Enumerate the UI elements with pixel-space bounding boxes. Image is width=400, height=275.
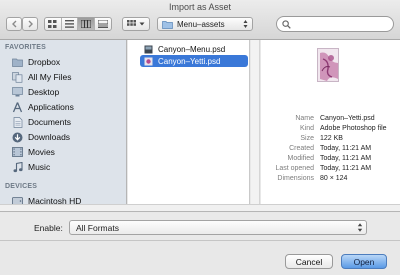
path-popup[interactable]: Menu–assets	[157, 17, 253, 31]
sidebar-item-dropbox[interactable]: Dropbox	[0, 55, 126, 69]
column-view-icon	[80, 20, 91, 28]
sidebar-item-desktop[interactable]: Desktop	[0, 85, 126, 99]
arrange-button[interactable]	[122, 17, 150, 31]
documents-icon	[12, 116, 23, 128]
list-view-icon	[64, 20, 74, 28]
meta-value: Today, 11:21 AM	[320, 155, 372, 162]
cancel-button[interactable]: Cancel	[285, 254, 333, 269]
meta-value: Today, 11:21 AM	[320, 145, 372, 152]
sidebar-item-label: Music	[28, 162, 51, 172]
psd-file-icon	[144, 56, 153, 66]
devices-header: DEVICES	[5, 183, 38, 190]
file-item-canyon-menu[interactable]: Canyon–Menu.psd	[140, 43, 248, 55]
import-dialog: Import as Asset Menu–assets FAVORITES Dr…	[0, 0, 400, 275]
search-input[interactable]	[294, 19, 390, 29]
meta-row-dimensions: Dimensions 80 × 124	[262, 175, 347, 182]
meta-value: Adobe Photoshop file	[320, 125, 387, 132]
downloads-icon	[12, 132, 23, 143]
view-mode-selector	[44, 17, 112, 31]
sidebar-item-label: All My Files	[28, 72, 72, 82]
sidebar: FAVORITES Dropbox All My Files Desktop A…	[0, 40, 127, 204]
format-select[interactable]: All Formats	[69, 220, 367, 235]
meta-row-kind: Kind Adobe Photoshop file	[262, 125, 387, 132]
meta-value: Canyon–Yetti.psd	[320, 115, 375, 122]
sidebar-item-macintosh-hd[interactable]: Macintosh HD	[0, 194, 126, 204]
up-down-arrows-icon	[243, 20, 248, 28]
up-down-arrows-icon	[357, 223, 363, 232]
chevron-right-icon	[28, 20, 33, 28]
meta-row-modified: Modified Today, 11:21 AM	[262, 155, 372, 162]
sidebar-item-applications[interactable]: Applications	[0, 100, 126, 114]
column-divider[interactable]	[251, 40, 260, 204]
folder-icon	[162, 20, 173, 29]
file-item-canyon-yetti[interactable]: Canyon–Yetti.psd	[140, 55, 248, 67]
meta-value: 122 KB	[320, 135, 343, 142]
meta-key: Size	[300, 135, 314, 142]
window-title: Import as Asset	[168, 2, 232, 12]
column-view-button[interactable]	[78, 18, 95, 30]
sidebar-item-movies[interactable]: Movies	[0, 145, 126, 159]
meta-row-size: Size 122 KB	[262, 135, 343, 142]
title-bar: Import as Asset Menu–assets	[0, 0, 400, 40]
chevron-down-icon	[139, 22, 145, 26]
sidebar-item-label: Movies	[28, 147, 55, 157]
sidebar-item-label: Dropbox	[28, 57, 61, 67]
meta-value: Today, 11:21 AM	[320, 165, 372, 172]
sidebar-item-label: Desktop	[28, 87, 60, 97]
meta-key: Modified	[287, 155, 314, 162]
meta-key: Kind	[299, 125, 314, 132]
meta-value: 80 × 124	[320, 175, 348, 182]
sidebar-item-label: Macintosh HD	[28, 196, 82, 204]
psd-file-icon	[144, 44, 153, 54]
coverflow-view-button[interactable]	[95, 18, 111, 30]
enable-bar: Enable: All Formats	[0, 213, 400, 241]
search-icon	[282, 19, 291, 29]
file-name: Canyon–Yetti.psd	[158, 56, 221, 66]
meta-row-name: Name Canyon–Yetti.psd	[262, 115, 375, 122]
path-popup-label: Menu–assets	[177, 19, 225, 29]
applications-icon	[12, 101, 23, 113]
open-button[interactable]: Open	[341, 254, 387, 269]
icon-view-icon	[48, 20, 57, 28]
meta-row-created: Created Today, 11:21 AM	[262, 145, 371, 152]
file-name: Canyon–Menu.psd	[158, 44, 226, 54]
back-button[interactable]	[6, 17, 22, 31]
meta-row-last-opened: Last opened Today, 11:21 AM	[262, 165, 371, 172]
movies-icon	[12, 147, 23, 158]
favorites-header: FAVORITES	[5, 44, 46, 51]
format-select-value: All Formats	[76, 222, 119, 233]
sidebar-item-music[interactable]: Music	[0, 160, 126, 174]
desktop-icon	[12, 87, 23, 98]
forward-button[interactable]	[22, 17, 38, 31]
horizontal-scrollbar[interactable]	[0, 204, 400, 212]
chevron-left-icon	[11, 20, 16, 28]
list-view-button[interactable]	[62, 18, 78, 30]
meta-key: Dimensions	[277, 175, 314, 182]
dropbox-icon	[12, 57, 23, 68]
sidebar-item-downloads[interactable]: Downloads	[0, 130, 126, 144]
meta-key: Created	[289, 145, 314, 152]
icon-view-button[interactable]	[45, 18, 62, 30]
grid-icon	[127, 20, 136, 26]
search-field[interactable]	[276, 16, 394, 32]
meta-key: Last opened	[275, 165, 314, 172]
sidebar-item-all-my-files[interactable]: All My Files	[0, 70, 126, 84]
all-files-icon	[12, 71, 23, 83]
meta-key: Name	[295, 115, 314, 122]
sidebar-item-label: Applications	[28, 102, 74, 112]
sidebar-item-label: Downloads	[28, 132, 71, 142]
image-thumbnail-icon	[317, 48, 339, 82]
music-icon	[12, 161, 23, 173]
sidebar-item-documents[interactable]: Documents	[0, 115, 126, 129]
enable-label: Enable:	[34, 223, 63, 233]
sidebar-item-label: Documents	[28, 117, 71, 127]
coverflow-view-icon	[97, 20, 108, 28]
hard-drive-icon	[12, 196, 23, 204]
dialog-footer: Cancel Open	[0, 242, 400, 275]
